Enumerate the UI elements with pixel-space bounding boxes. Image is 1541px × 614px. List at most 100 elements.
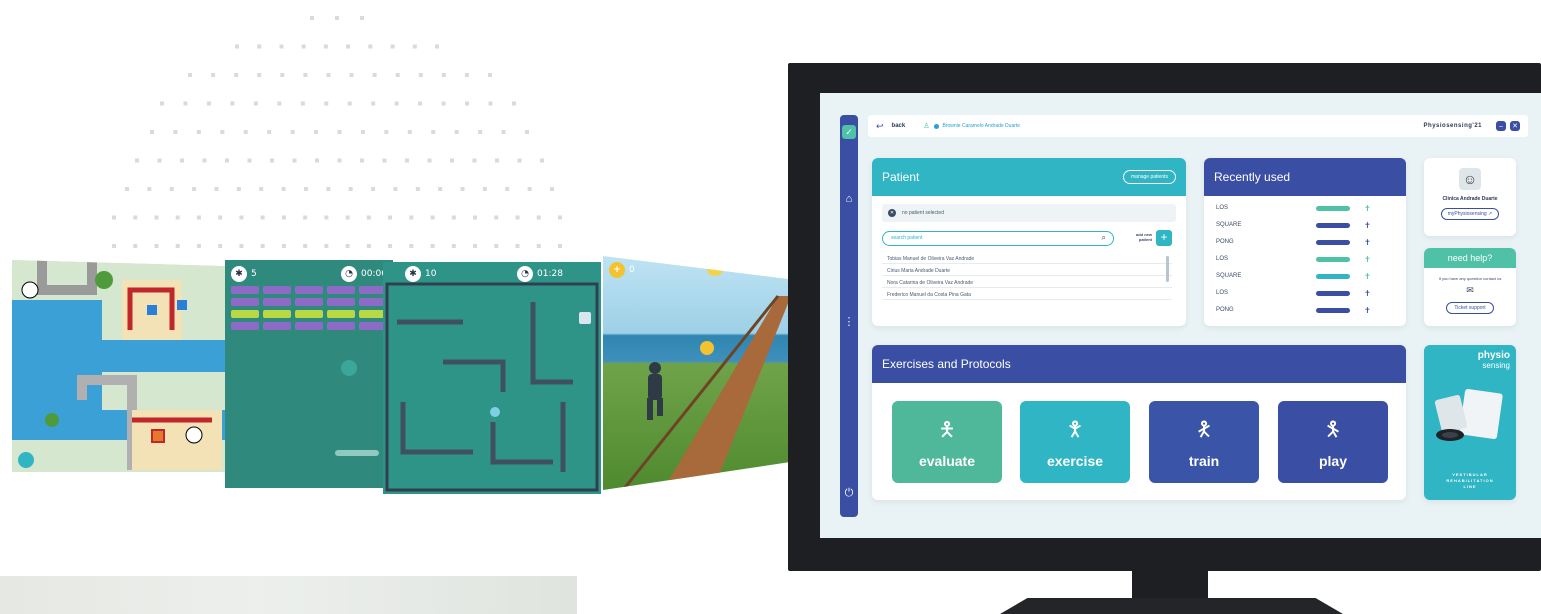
vestibular-promo-card[interactable]: physio sensing VESTIBULAR REHABILITATION…: [1424, 345, 1516, 500]
decorative-dot: [345, 215, 350, 220]
exercise-tile[interactable]: 🯆 exercise: [1020, 401, 1130, 483]
recent-item-name: SQUARE: [1216, 222, 1242, 228]
exercises-title: Exercises and Protocols: [882, 357, 1011, 371]
person-standing-icon: 🯅: [938, 419, 956, 441]
back-arrow-icon[interactable]: ↩: [876, 121, 884, 132]
manage-patients-button[interactable]: manage patients: [1123, 170, 1176, 184]
help-card: need help? If you have any question cont…: [1424, 248, 1516, 326]
decorative-dot: [435, 44, 439, 49]
brick: [263, 298, 291, 306]
more-vertical-icon[interactable]: ⋮: [840, 315, 858, 328]
person-icon: ✝: [1364, 288, 1371, 298]
runner-scene: [621, 264, 791, 490]
decorative-dot: [270, 158, 274, 163]
decorative-dot: [405, 158, 409, 163]
recent-item[interactable]: LOS ✝: [1216, 253, 1396, 265]
decorative-dot: [300, 101, 305, 106]
patient-list-scrollbar[interactable]: [1166, 256, 1169, 282]
myphysiosensing-button[interactable]: myPhysiosensing ↗: [1440, 208, 1500, 220]
back-button[interactable]: back: [892, 123, 906, 129]
decorative-dot: [337, 158, 342, 163]
top-bar: ↩ back ♙ Brownie Caramelo Andrade Duarte…: [868, 115, 1528, 137]
decorative-dot: [525, 130, 529, 134]
patient-row[interactable]: Cirius Maria Andrade Duarte: [882, 264, 1172, 276]
labyrinth-walls: [385, 282, 599, 492]
decorative-dot: [133, 215, 138, 220]
app-screen: ✓ ⌂ ⋮ ⏻ ↩ back ♙ Brownie Caramelo Andrad…: [820, 93, 1541, 538]
search-icon[interactable]: ⌕: [1102, 233, 1106, 243]
recent-item-name: LOS: [1216, 256, 1229, 262]
decorative-dot: [412, 44, 417, 49]
recent-item[interactable]: SQUARE ✝: [1216, 219, 1396, 231]
minimize-button[interactable]: –: [1496, 121, 1506, 131]
balance-board-image: [1434, 388, 1503, 441]
side-rail: ✓ ⌂ ⋮ ⏻: [840, 115, 858, 517]
selected-patient-name: Brownie Caramelo Andrade Duarte: [942, 123, 1021, 129]
patient-row[interactable]: Tobias Manuel de Oliveira Vaz Andrade: [882, 252, 1172, 264]
decorative-dot: [180, 158, 184, 163]
recent-item[interactable]: LOS ✝: [1216, 202, 1396, 214]
decorative-dot: [368, 44, 373, 49]
decorative-dot: [512, 101, 516, 106]
decorative-dot: [464, 73, 469, 77]
brick: [295, 298, 323, 306]
breakout-bricks: [231, 286, 387, 456]
monitor-frame: ✓ ⌂ ⋮ ⏻ ↩ back ♙ Brownie Caramelo Andrad…: [788, 63, 1541, 571]
patient-row[interactable]: Frederico Manuel da Costa Pina Gata: [882, 288, 1172, 300]
recent-item[interactable]: LOS ✝: [1216, 287, 1396, 299]
promo-tag-line3: LINE: [1463, 484, 1477, 489]
decorative-dot: [472, 158, 477, 163]
decorative-dot: [393, 187, 398, 191]
promo-tagline: VESTIBULAR REHABILITATION LINE: [1424, 472, 1516, 490]
decorative-dot: [360, 130, 365, 134]
decorative-dot: [388, 215, 393, 220]
search-patient-input[interactable]: search patient ⌕: [882, 231, 1114, 246]
train-tile[interactable]: 🯇 train: [1149, 401, 1259, 483]
decorative-dot: [460, 187, 465, 191]
decorative-dot: [211, 73, 216, 77]
decorative-dot: [277, 101, 282, 106]
promo-brand-line2: sensing: [1482, 361, 1510, 370]
decorative-dot: [192, 187, 197, 191]
decorative-dot: [281, 215, 286, 220]
decorative-dot: [173, 130, 178, 134]
brick: [327, 310, 355, 318]
runner-game-screenshot: + 0: [603, 256, 791, 490]
decorative-dot: [324, 215, 329, 220]
decorative-dot: [441, 101, 446, 106]
decorative-dot: [495, 158, 499, 163]
play-tile[interactable]: 🯈 play: [1278, 401, 1388, 483]
decorative-dot: [206, 101, 211, 106]
recent-item-tag: [1316, 222, 1350, 228]
brick: [263, 310, 291, 318]
decorative-dot: [235, 44, 239, 49]
decorative-dot-grid: [112, 16, 562, 248]
home-icon[interactable]: ⌂: [840, 193, 858, 205]
recent-item[interactable]: PONG ✝: [1216, 236, 1396, 248]
decorative-dot: [515, 215, 520, 220]
brick: [359, 310, 387, 318]
recent-item-tag: [1316, 290, 1350, 296]
close-button[interactable]: ✕: [1510, 121, 1520, 131]
decorative-dot: [366, 215, 371, 220]
recent-item[interactable]: SQUARE ✝: [1216, 270, 1396, 282]
brick: [327, 322, 355, 330]
recent-item[interactable]: PONG ✝: [1216, 304, 1396, 316]
decorative-dot: [225, 158, 229, 163]
decorative-dot: [301, 44, 306, 49]
help-title: need help?: [1447, 253, 1493, 263]
power-icon[interactable]: ⏻: [840, 487, 858, 500]
check-logo-icon[interactable]: ✓: [842, 125, 856, 139]
monitor-stand-base: [1000, 598, 1343, 614]
brick: [231, 310, 259, 318]
add-patient-button[interactable]: +: [1156, 230, 1172, 246]
recent-item-tag: [1316, 273, 1350, 279]
evaluate-tile[interactable]: 🯅 evaluate: [892, 401, 1002, 483]
patient-row[interactable]: Nora Catarina de Oliveira Vaz Andrade: [882, 276, 1172, 288]
decorative-dot: [349, 73, 354, 77]
decorative-dot: [427, 158, 432, 163]
decorative-dot: [175, 215, 180, 220]
decorative-dot: [247, 158, 252, 163]
ticket-support-button[interactable]: Ticket support: [1446, 302, 1494, 314]
decorative-dot: [214, 187, 219, 191]
